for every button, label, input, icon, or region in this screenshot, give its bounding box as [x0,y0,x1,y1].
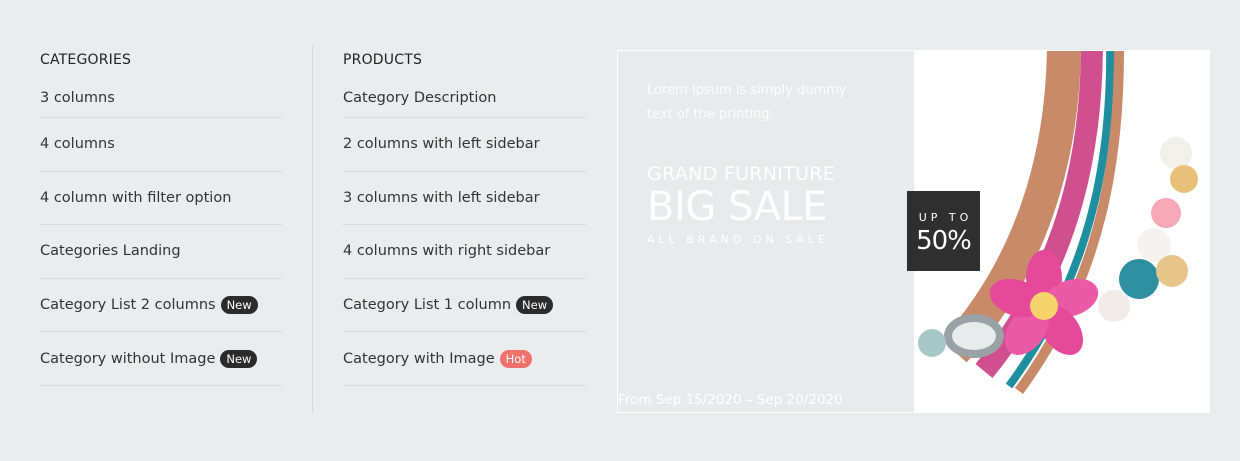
menu-item-label: 4 columns with right sidebar [343,243,551,260]
menu-item-label: 3 columns with left sidebar [343,189,540,206]
products-title: PRODUCTS [343,52,423,68]
menu-item-label: Category without Image [40,350,216,367]
menu-item-category-list-1-column[interactable]: Category List 1 column New [343,279,586,333]
banner-lorem: Lorem Ipsum is simply dummy text of the … [647,83,847,122]
menu-item-category-list-2-columns[interactable]: Category List 2 columns New [40,279,282,333]
banner-tagline: ALL BRAND ON SALE [647,233,829,246]
column-divider [312,45,313,413]
banner-text-block: Lorem Ipsum is simply dummy text of the … [647,79,847,246]
menu-item-label: Category with Image [343,350,495,367]
new-badge: New [220,296,258,315]
menu-item-label: Category Description [343,89,497,106]
categories-title: CATEGORIES [40,52,132,68]
menu-item-category-with-image[interactable]: Category with Image Hot [343,332,586,386]
menu-item-4-columns-right-sidebar[interactable]: 4 columns with right sidebar [343,225,586,279]
menu-item-3-columns-left-sidebar[interactable]: 3 columns with left sidebar [343,172,586,226]
products-column: PRODUCTS Category Description 2 columns … [343,44,586,386]
promo-banner[interactable]: Lorem Ipsum is simply dummy text of the … [617,50,1210,413]
hot-badge: Hot [499,349,532,368]
menu-item-label: 2 columns with left sidebar [343,136,540,153]
menu-item-label: 3 columns [40,89,115,106]
menu-item-categories-landing[interactable]: Categories Landing [40,225,282,279]
menu-item-label: 4 columns [40,136,115,153]
discount-label: UP TO [918,211,973,224]
menu-item-category-without-image[interactable]: Category without Image New [40,332,282,386]
banner-headline: BIG SALE [647,184,828,230]
discount-value: 50% [916,226,972,256]
discount-badge: UP TO 50% [907,191,980,271]
menu-item-label: Category List 2 columns [40,297,216,314]
menu-item-category-description[interactable]: Category Description [343,78,586,118]
products-list: Category Description 2 columns with left… [343,78,586,386]
menu-item-3-columns[interactable]: 3 columns [40,78,282,118]
new-badge: New [220,349,258,368]
categories-column: CATEGORIES 3 columns 4 columns 4 column … [40,44,282,386]
menu-item-label: Categories Landing [40,243,181,260]
menu-item-2-columns-left-sidebar[interactable]: 2 columns with left sidebar [343,118,586,172]
menu-item-4-columns[interactable]: 4 columns [40,118,282,172]
menu-item-label: 4 column with filter option [40,189,232,206]
menu-item-4-column-filter[interactable]: 4 column with filter option [40,172,282,226]
banner-dates: From Sep 15/2020 – Sep 20/2020 [618,392,843,408]
new-badge: New [516,296,554,315]
banner-subtitle: GRAND FURNITURE [647,163,836,185]
categories-list: 3 columns 4 columns 4 column with filter… [40,78,282,386]
menu-item-label: Category List 1 column [343,297,512,314]
